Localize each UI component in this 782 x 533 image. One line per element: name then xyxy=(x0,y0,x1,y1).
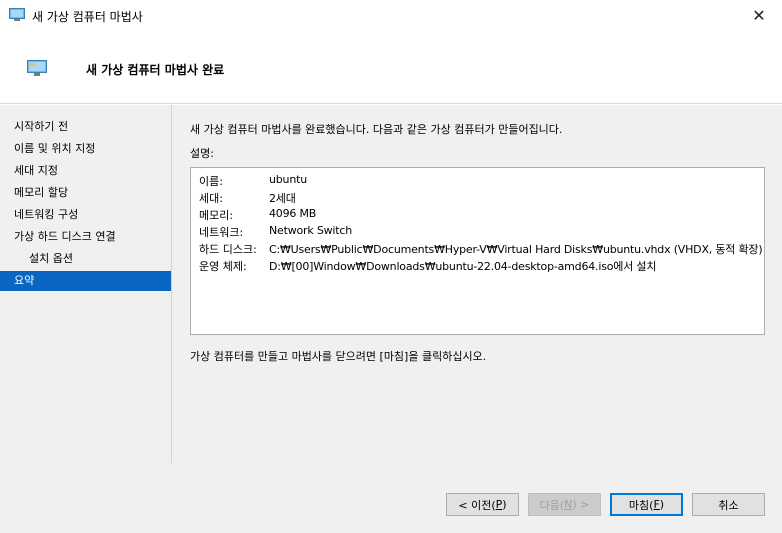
virtual-machine-icon xyxy=(9,8,25,21)
page-title: 새 가상 컴퓨터 마법사 완료 xyxy=(86,63,225,77)
sidebar-item-virtual-disk[interactable]: 가상 하드 디스크 연결 xyxy=(0,227,171,247)
summary-key: 세대: xyxy=(199,192,223,205)
summary-value: ubuntu xyxy=(269,173,307,186)
sidebar-item-label: 네트워킹 구성 xyxy=(14,208,79,221)
sidebar-item-name-location[interactable]: 이름 및 위치 지정 xyxy=(0,139,171,159)
sidebar-item-label: 시작하기 전 xyxy=(14,120,69,133)
cancel-button[interactable]: 취소 xyxy=(692,493,765,516)
sidebar-item-networking[interactable]: 네트워킹 구성 xyxy=(0,205,171,225)
button-label-end: ) > xyxy=(572,498,590,511)
summary-key: 운영 체제: xyxy=(199,260,247,273)
summary-key: 이름: xyxy=(199,175,223,188)
summary-value: 2세대 xyxy=(269,192,296,205)
summary-value: 4096 MB xyxy=(269,207,317,220)
summary-key: 메모리: xyxy=(199,209,234,222)
window-title: 새 가상 컴퓨터 마법사 xyxy=(32,10,143,24)
close-button[interactable]: ✕ xyxy=(736,0,782,31)
summary-value: D:₩[00]Window₩Downloads₩ubuntu-22.04-des… xyxy=(269,260,657,273)
title-bar: 새 가상 컴퓨터 마법사 ✕ xyxy=(0,0,782,31)
summary-key: 하드 디스크: xyxy=(199,243,257,256)
button-label-end: ) xyxy=(659,498,665,511)
sidebar-item-label: 이름 및 위치 지정 xyxy=(14,142,96,155)
wizard-steps-sidebar: 시작하기 전 이름 및 위치 지정 세대 지정 메모리 할당 네트워킹 구성 가… xyxy=(0,105,172,463)
sidebar-item-before-you-begin[interactable]: 시작하기 전 xyxy=(0,117,171,137)
sidebar-item-label: 설치 옵션 xyxy=(29,252,73,265)
wizard-footer: < 이전(P) 다음(N) > 마침(F) 취소 xyxy=(0,485,782,533)
button-label: 마침( xyxy=(628,498,654,512)
sidebar-item-label: 메모리 할당 xyxy=(14,186,69,199)
sidebar-item-label: 가상 하드 디스크 연결 xyxy=(14,230,116,243)
access-key: P xyxy=(495,498,503,511)
intro-text: 새 가상 컴퓨터 마법사를 완료했습니다. 다음과 같은 가상 컴퓨터가 만들어… xyxy=(190,123,563,136)
summary-key: 네트워크: xyxy=(199,226,244,239)
sidebar-item-install-options[interactable]: 설치 옵션 xyxy=(0,249,171,269)
summary-value: C:₩Users₩Public₩Documents₩Hyper-V₩Virtua… xyxy=(269,243,763,256)
wizard-header: 새 가상 컴퓨터 마법사 완료 xyxy=(0,31,782,104)
button-label-end: ) xyxy=(502,498,507,511)
sidebar-item-label: 세대 지정 xyxy=(14,164,58,177)
button-label: < 이전( xyxy=(458,498,496,512)
finish-instruction-text: 가상 컴퓨터를 만들고 마법사를 닫으려면 [마침]을 클릭하십시오. xyxy=(190,350,487,363)
close-icon: ✕ xyxy=(752,6,766,25)
summary-value: Network Switch xyxy=(269,224,352,237)
sidebar-item-memory[interactable]: 메모리 할당 xyxy=(0,183,171,203)
finish-button[interactable]: 마침(F) xyxy=(610,493,683,516)
previous-button[interactable]: < 이전(P) xyxy=(446,493,519,516)
next-button[interactable]: 다음(N) > xyxy=(528,493,601,516)
sidebar-item-summary[interactable]: 요약 xyxy=(0,271,171,291)
access-key: N xyxy=(564,498,573,511)
wizard-body: 시작하기 전 이름 및 위치 지정 세대 지정 메모리 할당 네트워킹 구성 가… xyxy=(0,105,782,485)
sidebar-item-generation[interactable]: 세대 지정 xyxy=(0,161,171,181)
summary-textbox[interactable]: 이름: ubuntu 세대: 2세대 메모리: 4096 MB 네트워크: Networ… xyxy=(190,167,765,335)
sidebar-item-label: 요약 xyxy=(14,274,35,287)
button-label: 취소 xyxy=(718,498,739,512)
button-label: 다음( xyxy=(539,498,565,512)
virtual-machine-icon xyxy=(27,60,47,76)
description-label: 설명: xyxy=(190,147,214,160)
